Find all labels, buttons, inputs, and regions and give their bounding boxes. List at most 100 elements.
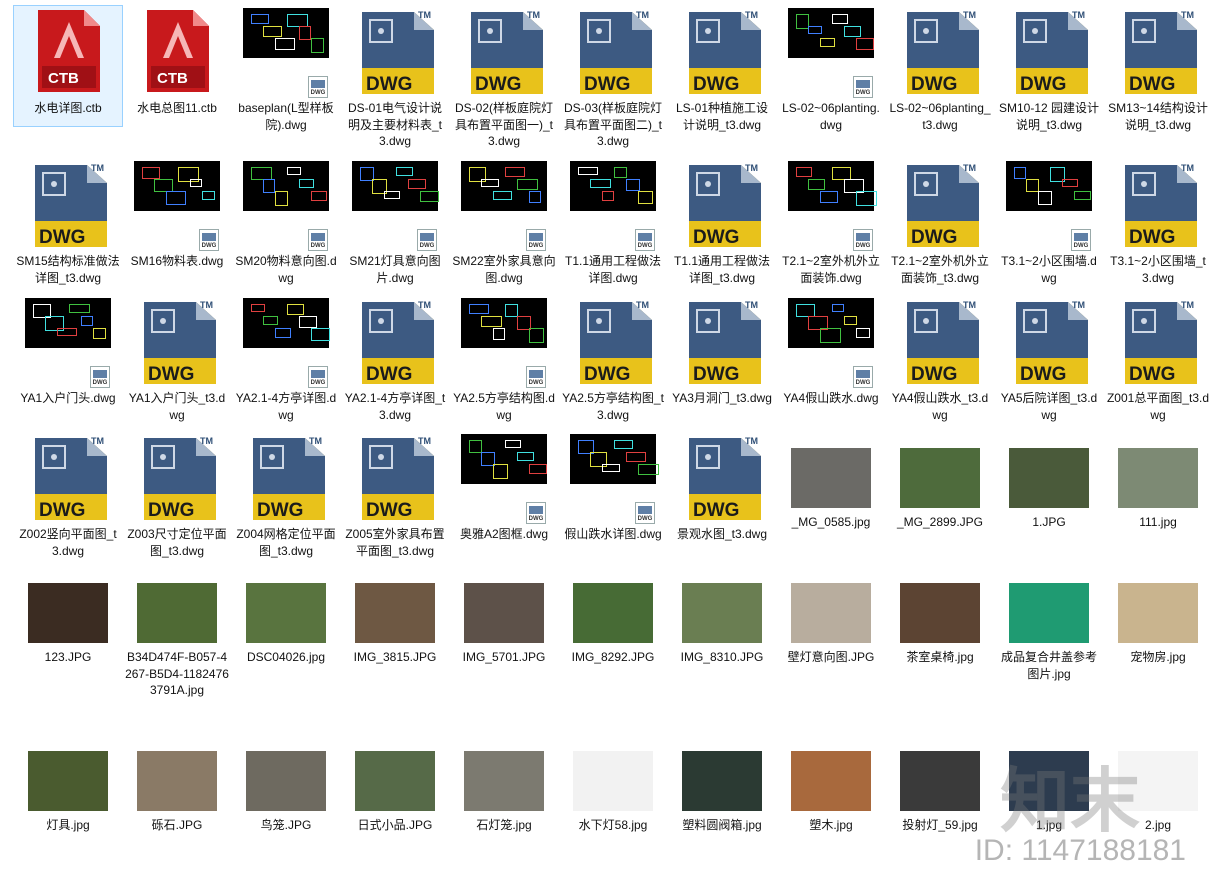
file-item[interactable]: TM DWG T2.1~2室外机外立面装饰_t3.dwg [886, 159, 994, 285]
file-item[interactable]: 奥雅A2图框.dwg [450, 432, 558, 552]
file-item[interactable]: TM DWG YA4假山跌水_t3.dwg [886, 296, 994, 422]
file-item[interactable]: 塑料圆阀箱.jpg [668, 735, 776, 855]
svg-text:DWG: DWG [693, 364, 739, 385]
file-item[interactable]: IMG_8310.JPG [668, 567, 776, 687]
file-item[interactable]: _MG_2899.JPG [886, 432, 994, 552]
watermark-id: ID: 1147188181 [974, 834, 1186, 867]
file-item[interactable]: TM DWG LS-01种植施工设计说明_t3.dwg [668, 6, 776, 132]
file-item[interactable]: baseplan(L型样板院).dwg [232, 6, 340, 132]
file-item[interactable]: TM DWG YA2.1-4方亭详图_t3.dwg [341, 296, 449, 422]
cad-preview [243, 161, 329, 211]
file-item[interactable]: TM DWG T1.1通用工程做法详图_t3.dwg [668, 159, 776, 285]
dwg-small-badge [308, 366, 328, 388]
file-item[interactable]: 砾石.JPG [123, 735, 231, 855]
file-item[interactable]: TM DWG YA1入户门头_t3.dwg [123, 296, 231, 422]
file-item[interactable]: TM DWG DS-03(样板庭院灯具布置平面图二)_t3.dwg [559, 6, 667, 148]
file-item[interactable]: 假山跌水详图.dwg [559, 432, 667, 552]
file-item[interactable]: YA2.1-4方亭详图.dwg [232, 296, 340, 422]
cad-preview [570, 161, 656, 211]
file-name: IMG_8292.JPG [571, 650, 655, 664]
dwg-file-icon: TM DWG [1016, 300, 1088, 385]
dwg-file-icon: TM DWG [1125, 163, 1197, 248]
file-item[interactable]: 水下灯58.jpg [559, 735, 667, 855]
file-name: DS-02(样板庭院灯具布置平面图一)_t3.dwg [454, 101, 553, 148]
file-name: 日式小品.JPG [357, 818, 433, 832]
file-name: YA2.5方亭结构图.dwg [453, 391, 555, 422]
file-item[interactable]: 壁灯意向图.JPG [777, 567, 885, 687]
file-name: 111.jpg [1139, 515, 1177, 529]
file-item[interactable]: 成品复合井盖参考图片.jpg [995, 567, 1103, 687]
file-item[interactable]: IMG_5701.JPG [450, 567, 558, 687]
svg-text:DWG: DWG [1020, 364, 1066, 385]
dwg-file-icon: TM DWG [1016, 10, 1088, 95]
file-name: 石灯笼.jpg [476, 818, 532, 832]
image-thumbnail [1009, 583, 1089, 643]
file-item[interactable]: SM20物料意向图.dwg [232, 159, 340, 285]
file-item[interactable]: TM DWG YA3月洞门_t3.dwg [668, 296, 776, 416]
file-item[interactable]: 灯具.jpg [14, 735, 122, 855]
image-thumbnail [137, 751, 217, 811]
file-item[interactable]: SM16物料表.dwg [123, 159, 231, 279]
file-name: DS-03(样板庭院灯具布置平面图二)_t3.dwg [563, 101, 662, 148]
file-item[interactable]: T1.1通用工程做法详图.dwg [559, 159, 667, 285]
file-item[interactable]: 石灯笼.jpg [450, 735, 558, 855]
file-item[interactable]: 111.jpg [1104, 432, 1212, 552]
svg-text:TM: TM [418, 10, 431, 20]
file-item[interactable]: IMG_3815.JPG [341, 567, 449, 687]
file-item[interactable]: TM DWG Z003尺寸定位平面图_t3.dwg [123, 432, 231, 558]
file-item[interactable]: TM DWG LS-02~06planting_t3.dwg [886, 6, 994, 132]
dwg-small-badge [526, 229, 546, 251]
svg-text:DWG: DWG [366, 74, 412, 95]
file-item[interactable]: TM DWG SM13~14结构设计说明_t3.dwg [1104, 6, 1212, 132]
file-item[interactable]: _MG_0585.jpg [777, 432, 885, 552]
file-item[interactable]: 1.JPG [995, 432, 1103, 552]
image-thumbnail [355, 583, 435, 643]
file-item[interactable]: TM DWG Z005室外家具布置平面图_t3.dwg [341, 432, 449, 558]
file-item[interactable]: DSC04026.jpg [232, 567, 340, 687]
file-name: Z004网格定位平面图_t3.dwg [236, 527, 336, 558]
file-item[interactable]: TM DWG DS-02(样板庭院灯具布置平面图一)_t3.dwg [450, 6, 558, 148]
file-item[interactable]: TM DWG YA2.5方亭结构图_t3.dwg [559, 296, 667, 422]
file-item[interactable]: TM DWG SM15结构标准做法详图_t3.dwg [14, 159, 122, 285]
file-item[interactable]: TM DWG Z001总平面图_t3.dwg [1104, 296, 1212, 422]
cad-preview [788, 298, 874, 348]
file-item[interactable]: 茶室桌椅.jpg [886, 567, 994, 687]
dwg-small-badge [308, 76, 328, 98]
file-item[interactable]: LS-02~06planting.dwg [777, 6, 885, 132]
file-item[interactable]: TM DWG YA5后院详图_t3.dwg [995, 296, 1103, 422]
file-item[interactable]: 日式小品.JPG [341, 735, 449, 855]
file-item[interactable]: CTB 水电总图11.ctb [123, 6, 231, 126]
file-item[interactable]: T3.1~2小区围墙.dwg [995, 159, 1103, 285]
cad-preview [243, 8, 329, 58]
file-item[interactable]: YA2.5方亭结构图.dwg [450, 296, 558, 422]
file-name: Z005室外家具布置平面图_t3.dwg [345, 527, 445, 558]
file-name: YA1入户门头_t3.dwg [128, 391, 226, 422]
file-item[interactable]: T2.1~2室外机外立面装饰.dwg [777, 159, 885, 285]
file-item[interactable]: TM DWG DS-01电气设计说明及主要材料表_t3.dwg [341, 6, 449, 148]
file-item[interactable]: TM DWG Z004网格定位平面图_t3.dwg [232, 432, 340, 558]
file-item[interactable]: 塑木.jpg [777, 735, 885, 855]
file-item[interactable]: 鸟笼.JPG [232, 735, 340, 855]
file-item[interactable]: TM DWG T3.1~2小区围墙_t3.dwg [1104, 159, 1212, 285]
file-item[interactable]: CTB 水电详图.ctb [13, 5, 123, 127]
file-item[interactable]: TM DWG Z002竖向平面图_t3.dwg [14, 432, 122, 558]
dwg-file-icon: TM DWG [689, 436, 761, 521]
file-item[interactable]: TM DWG SM10-12 园建设计说明_t3.dwg [995, 6, 1103, 132]
svg-text:TM: TM [636, 10, 649, 20]
file-item[interactable]: SM21灯具意向图片.dwg [341, 159, 449, 285]
file-item[interactable]: YA1入户门头.dwg [14, 296, 122, 416]
svg-text:DWG: DWG [39, 500, 85, 521]
dwg-small-badge [199, 229, 219, 251]
file-item[interactable]: SM22室外家具意向图.dwg [450, 159, 558, 285]
file-name: LS-02~06planting_t3.dwg [889, 101, 991, 132]
file-item[interactable]: B34D474F-B057-4267-B5D4-11824763791A.jpg [123, 567, 231, 697]
file-item[interactable]: YA4假山跌水.dwg [777, 296, 885, 416]
file-item[interactable]: TM DWG 景观水图_t3.dwg [668, 432, 776, 552]
file-name: 123.JPG [44, 650, 92, 664]
image-thumbnail [791, 448, 871, 508]
dwg-small-badge [1071, 229, 1091, 251]
file-item[interactable]: IMG_8292.JPG [559, 567, 667, 687]
file-item[interactable]: 123.JPG [14, 567, 122, 687]
image-thumbnail [464, 583, 544, 643]
file-item[interactable]: 宠物房.jpg [1104, 567, 1212, 687]
